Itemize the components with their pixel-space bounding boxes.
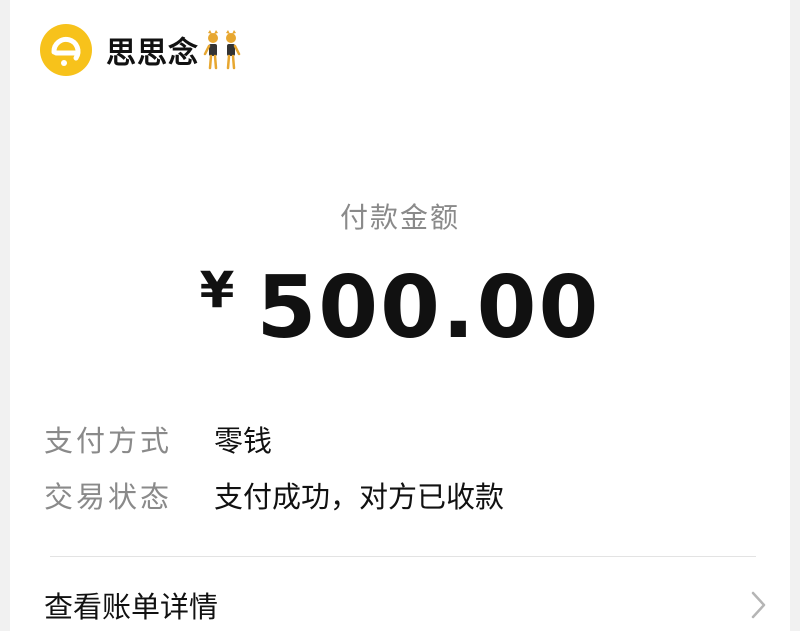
payment-card: 思思念 付款金额 ¥ 500.00 支付方式 零钱 交易状态 支付成功，对方已收… xyxy=(10,0,790,631)
detail-label: 支付方式 xyxy=(44,424,173,458)
divider xyxy=(50,556,756,557)
view-bill-details-link[interactable]: 查看账单详情 xyxy=(44,580,768,630)
detail-value: 支付成功，对方已收款 xyxy=(214,480,505,514)
detail-label: 交易状态 xyxy=(44,480,173,514)
detail-row-payment-method: 支付方式 零钱 xyxy=(44,418,272,460)
currency-symbol: ¥ xyxy=(199,261,235,319)
amount-label: 付款金额 xyxy=(339,201,460,234)
bill-link-label: 查看账单详情 xyxy=(44,590,219,624)
dancing-women-emoji-icon xyxy=(203,30,241,70)
amount-value: 500.00 xyxy=(256,258,601,358)
payment-amount: ¥500.00 xyxy=(10,258,790,358)
merchant-header[interactable]: 思思念 xyxy=(40,24,241,76)
detail-row-transaction-status: 交易状态 支付成功，对方已收款 xyxy=(44,474,504,516)
smile-logo-icon xyxy=(40,24,92,76)
detail-value: 零钱 xyxy=(214,424,273,458)
chevron-right-icon xyxy=(750,590,768,620)
merchant-name: 思思念 xyxy=(106,36,199,71)
